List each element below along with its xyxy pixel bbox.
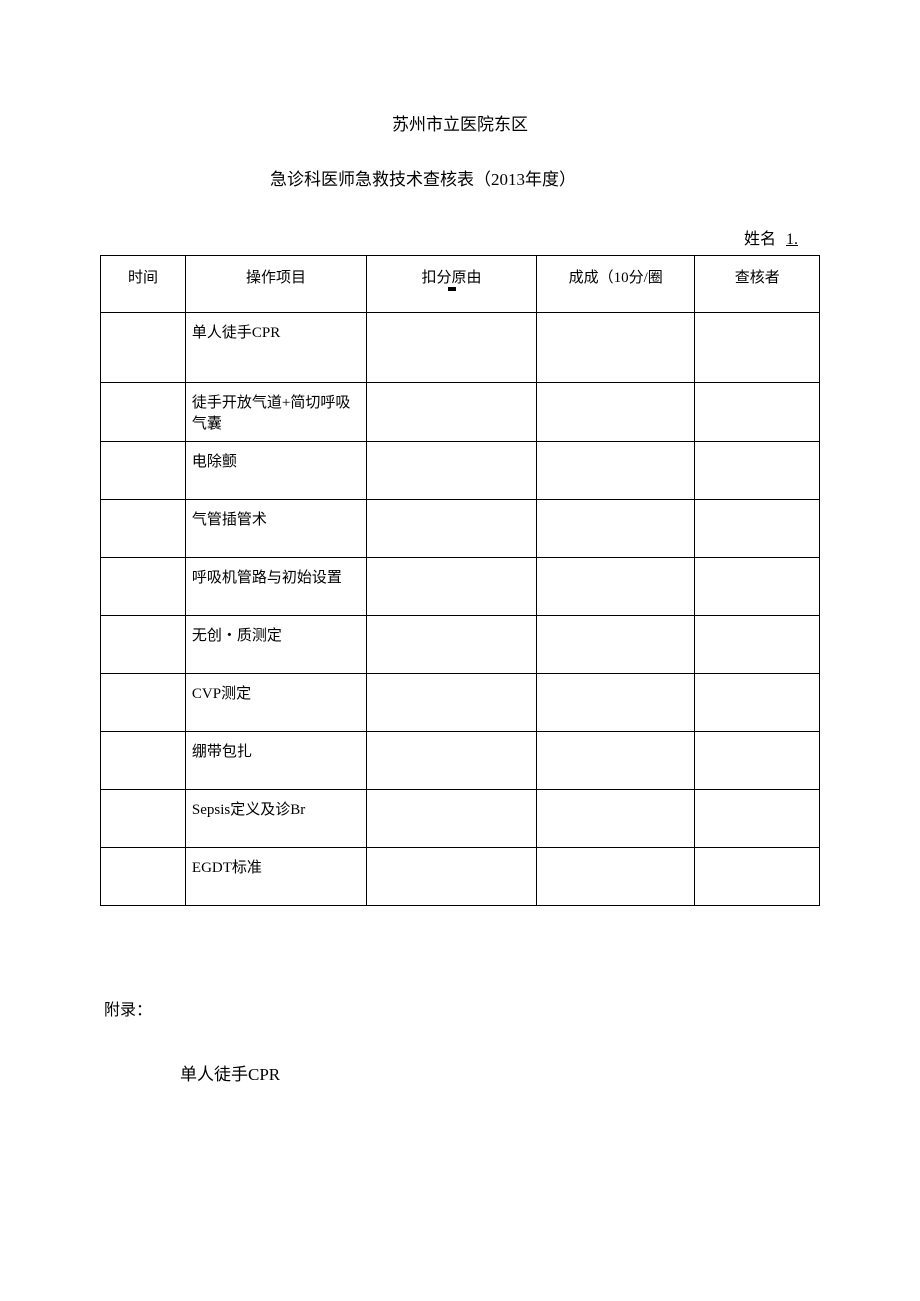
cell-reason xyxy=(367,848,537,906)
table-row: 绷带包扎 xyxy=(101,732,820,790)
header-operation: 操作项目 xyxy=(185,256,366,313)
cell-time xyxy=(101,500,186,558)
cell-operation: EGDT标准 xyxy=(185,848,366,906)
cell-time xyxy=(101,616,186,674)
cell-score xyxy=(536,383,695,442)
table-row: Sepsis定义及诊Br xyxy=(101,790,820,848)
cell-operation: 呼吸机管路与初始设置 xyxy=(185,558,366,616)
table-row: 气管插管术 xyxy=(101,500,820,558)
cell-score xyxy=(536,558,695,616)
cell-time xyxy=(101,732,186,790)
mark-icon xyxy=(448,287,456,291)
cell-examiner xyxy=(695,383,820,442)
cell-score xyxy=(536,790,695,848)
document-title-line2: 急诊科医师急救技术查核表（2013年度） xyxy=(210,165,820,190)
header-reason: 扣分原由 xyxy=(367,256,537,313)
assessment-table: 时间 操作项目 扣分原由 成成（10分/圈 查核者 单人徒手CPR 徒手开放气道… xyxy=(100,255,820,906)
cell-score xyxy=(536,616,695,674)
cell-reason xyxy=(367,790,537,848)
cell-time xyxy=(101,442,186,500)
appendix-heading: 单人徒手CPR xyxy=(100,1060,820,1085)
table-row: 无创・质测定 xyxy=(101,616,820,674)
cell-operation: 电除颤 xyxy=(185,442,366,500)
cell-time xyxy=(101,558,186,616)
table-row: EGDT标准 xyxy=(101,848,820,906)
table-row: 电除颤 xyxy=(101,442,820,500)
cell-operation: CVP测定 xyxy=(185,674,366,732)
cell-time xyxy=(101,674,186,732)
cell-score xyxy=(536,442,695,500)
cell-time xyxy=(101,790,186,848)
name-value: 1. xyxy=(780,231,800,249)
cell-operation: 无创・质测定 xyxy=(185,616,366,674)
cell-reason xyxy=(367,500,537,558)
cell-reason xyxy=(367,558,537,616)
cell-time xyxy=(101,313,186,383)
header-score: 成成（10分/圈 xyxy=(536,256,695,313)
cell-examiner xyxy=(695,790,820,848)
cell-examiner xyxy=(695,558,820,616)
cell-reason xyxy=(367,313,537,383)
document-title-line1: 苏州市立医院东区 xyxy=(100,110,820,135)
table-row: 呼吸机管路与初始设置 xyxy=(101,558,820,616)
cell-operation: 气管插管术 xyxy=(185,500,366,558)
cell-time xyxy=(101,383,186,442)
cell-reason xyxy=(367,616,537,674)
table-row: 单人徒手CPR xyxy=(101,313,820,383)
cell-score xyxy=(536,674,695,732)
cell-reason xyxy=(367,442,537,500)
cell-examiner xyxy=(695,442,820,500)
name-field: 姓名 1. xyxy=(100,225,820,249)
header-examiner: 查核者 xyxy=(695,256,820,313)
cell-operation: 徒手开放气道+简切呼吸气囊 xyxy=(185,383,366,442)
cell-examiner xyxy=(695,616,820,674)
cell-reason xyxy=(367,674,537,732)
cell-examiner xyxy=(695,848,820,906)
cell-score xyxy=(536,313,695,383)
cell-examiner xyxy=(695,674,820,732)
header-time: 时间 xyxy=(101,256,186,313)
cell-time xyxy=(101,848,186,906)
cell-operation: Sepsis定义及诊Br xyxy=(185,790,366,848)
cell-examiner xyxy=(695,313,820,383)
cell-examiner xyxy=(695,732,820,790)
cell-score xyxy=(536,848,695,906)
cell-score xyxy=(536,500,695,558)
table-row: 徒手开放气道+简切呼吸气囊 xyxy=(101,383,820,442)
appendix-label: 附录： xyxy=(100,996,820,1020)
cell-score xyxy=(536,732,695,790)
cell-reason xyxy=(367,383,537,442)
cell-reason xyxy=(367,732,537,790)
cell-operation: 绷带包扎 xyxy=(185,732,366,790)
cell-examiner xyxy=(695,500,820,558)
table-row: CVP测定 xyxy=(101,674,820,732)
table-header-row: 时间 操作项目 扣分原由 成成（10分/圈 查核者 xyxy=(101,256,820,313)
name-label: 姓名 xyxy=(744,231,776,248)
cell-operation: 单人徒手CPR xyxy=(185,313,366,383)
